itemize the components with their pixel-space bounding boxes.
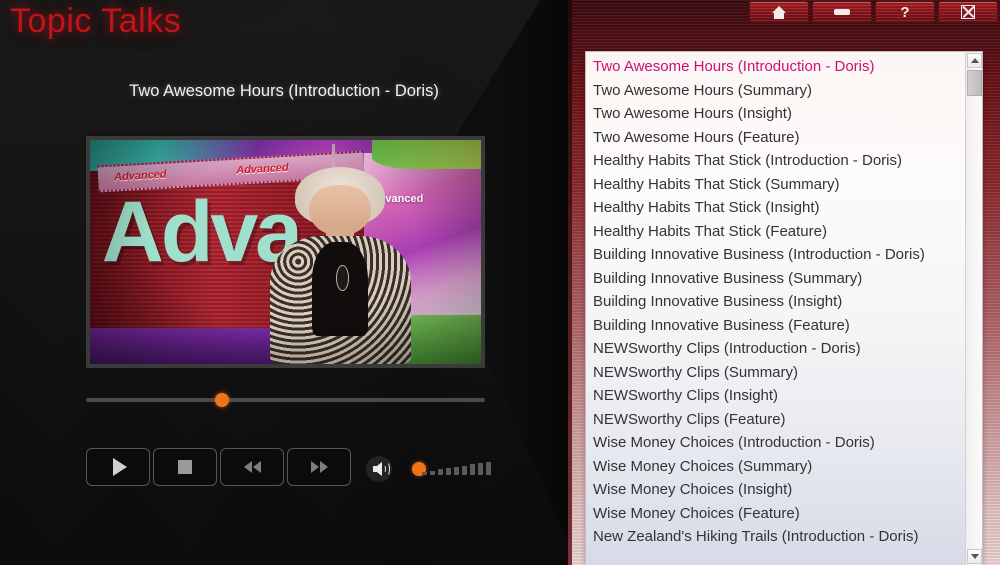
playlist-item[interactable]: Building Innovative Business (Feature) [586, 314, 964, 338]
playlist-scrollbar[interactable] [965, 52, 982, 565]
stop-button[interactable] [153, 448, 217, 486]
chevron-up-icon [970, 58, 979, 63]
chevron-down-icon [970, 554, 979, 559]
fast-forward-button[interactable] [287, 448, 351, 486]
playlist-items[interactable]: Two Awesome Hours (Introduction - Doris)… [586, 55, 964, 549]
playlist-item[interactable]: Wise Money Choices (Introduction - Doris… [586, 431, 964, 455]
volume-slider[interactable] [398, 458, 491, 480]
playlist-item[interactable]: NEWSworthy Clips (Summary) [586, 361, 964, 385]
video-player[interactable]: Adva Advanced Advanced [86, 136, 485, 368]
scroll-up-button[interactable] [967, 53, 982, 68]
fast-forward-icon [310, 461, 328, 473]
playlist-item[interactable]: Two Awesome Hours (Summary) [586, 79, 964, 103]
playlist-pane: ? Two Awesome Hours (Introduction - Dori… [568, 0, 1000, 565]
video-still-image: Adva Advanced Advanced [90, 140, 481, 364]
close-box-icon [961, 5, 975, 19]
playlist-item[interactable]: NEWSworthy Clips (Insight) [586, 384, 964, 408]
playlist-item[interactable]: Building Innovative Business (Introducti… [586, 243, 964, 267]
playlist-item[interactable]: NEWSworthy Clips (Introduction - Doris) [586, 337, 964, 361]
rewind-button[interactable] [220, 448, 284, 486]
playlist-item[interactable]: Healthy Habits That Stick (Summary) [586, 173, 964, 197]
home-button[interactable] [749, 1, 809, 23]
playlist-box[interactable]: Two Awesome Hours (Introduction - Doris)… [585, 51, 983, 565]
video-vignette [90, 140, 481, 364]
volume-level-bars [422, 461, 491, 475]
home-icon [771, 5, 787, 19]
scroll-down-button[interactable] [967, 549, 982, 564]
playlist-item[interactable]: Healthy Habits That Stick (Insight) [586, 196, 964, 220]
stop-icon [178, 460, 192, 474]
volume-bar [486, 461, 491, 475]
volume-bar [470, 464, 475, 475]
volume-bar [438, 469, 443, 475]
volume-bar [446, 468, 451, 475]
minimize-button[interactable] [812, 1, 872, 23]
play-button[interactable] [86, 448, 150, 486]
help-button[interactable]: ? [875, 1, 935, 23]
speaker-wave-2 [384, 462, 390, 476]
minimize-icon [834, 9, 850, 15]
playlist-item[interactable]: Wise Money Choices (Summary) [586, 455, 964, 479]
play-icon [113, 458, 127, 476]
question-mark-icon: ? [900, 3, 910, 21]
rewind-icon [243, 461, 261, 473]
playlist-item[interactable]: Two Awesome Hours (Introduction - Doris) [586, 55, 964, 79]
speaker-body [373, 466, 378, 472]
playlist-item[interactable]: NEWSworthy Clips (Feature) [586, 408, 964, 432]
speaker-icon[interactable] [366, 456, 392, 482]
window-buttons: ? [749, 1, 998, 23]
volume-bar [430, 470, 435, 475]
playlist-item[interactable]: Wise Money Choices (Insight) [586, 478, 964, 502]
panel-left-edge [568, 0, 572, 565]
playlist-item[interactable]: Two Awesome Hours (Feature) [586, 126, 964, 150]
now-playing-title: Two Awesome Hours (Introduction - Doris) [129, 82, 439, 100]
playlist-item[interactable]: Two Awesome Hours (Insight) [586, 102, 964, 126]
playlist-item[interactable]: Building Innovative Business (Insight) [586, 290, 964, 314]
progress-track[interactable] [86, 398, 485, 402]
playlist-item[interactable]: Wise Money Choices (Feature) [586, 502, 964, 526]
volume-bar [422, 472, 427, 475]
progress-handle[interactable] [214, 393, 229, 407]
playlist-item[interactable]: Healthy Habits That Stick (Introduction … [586, 149, 964, 173]
volume-control[interactable] [366, 456, 491, 482]
app-title: Topic Talks [10, 2, 182, 40]
progress-slider[interactable] [86, 392, 485, 408]
playlist-item[interactable]: Building Innovative Business (Summary) [586, 267, 964, 291]
volume-bar [478, 462, 483, 475]
playlist-item[interactable]: New Zealand's Hiking Trails (Introductio… [586, 525, 964, 549]
volume-bar [454, 466, 459, 475]
volume-bar [462, 465, 467, 475]
close-button[interactable] [938, 1, 998, 23]
application-window: Topic Talks Two Awesome Hours (Introduct… [0, 0, 1000, 565]
scrollbar-thumb[interactable] [967, 70, 982, 96]
player-pane: Topic Talks Two Awesome Hours (Introduct… [0, 0, 568, 565]
playlist-item[interactable]: Healthy Habits That Stick (Feature) [586, 220, 964, 244]
